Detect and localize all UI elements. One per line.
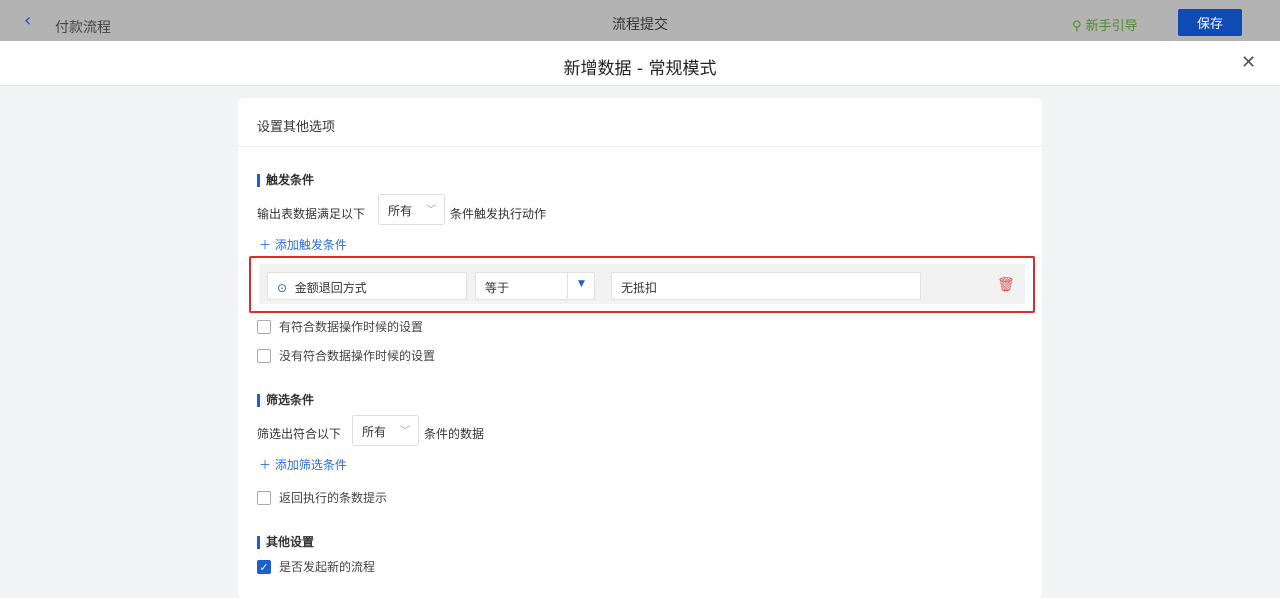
checkbox[interactable] (257, 320, 271, 334)
trigger-suffix: 条件触发执行动作 (450, 205, 546, 222)
option-no-match[interactable]: 没有符合数据操作时候的设置 (257, 347, 435, 364)
options-card: 设置其他选项 触发条件 输出表数据满足以下 所有 ﹀ 条件触发执行动作 ＋ 添加触… (238, 98, 1042, 598)
checkbox[interactable] (257, 349, 271, 363)
trigger-match-select[interactable]: 所有 ﹀ (378, 194, 445, 225)
guide-label: 新手引导 (1086, 19, 1138, 34)
modal-title: 新增数据 - 常规模式 (0, 54, 1280, 79)
option-new-flow[interactable]: ✓ 是否发起新的流程 (257, 558, 375, 575)
add-filter-button[interactable]: ＋ 添加筛选条件 (259, 456, 347, 473)
filter-match-select[interactable]: 所有 ﹀ (352, 415, 419, 446)
operator-label: 等于 (485, 281, 509, 295)
chevron-down-icon: ﹀ (400, 422, 410, 437)
other-heading: 其他设置 (257, 536, 314, 549)
checkbox[interactable] (257, 491, 271, 505)
add-filter-label: 添加筛选条件 (275, 458, 347, 472)
trigger-heading: 触发条件 (257, 174, 314, 187)
add-trigger-label: 添加触发条件 (275, 238, 347, 252)
add-trigger-button[interactable]: ＋ 添加触发条件 (259, 236, 347, 253)
lightbulb-icon: ⚲ (1072, 19, 1082, 34)
close-icon[interactable]: ✕ (1241, 52, 1256, 73)
modal-header: 新增数据 - 常规模式 ✕ (0, 41, 1280, 86)
option-label: 是否发起新的流程 (279, 558, 375, 575)
caret-down-icon: ▼ (567, 273, 595, 299)
value-input[interactable]: 无抵扣 (611, 272, 921, 300)
select-value: 所有 (362, 425, 386, 439)
operator-select[interactable]: 等于 ▼ (475, 272, 595, 300)
option-has-match[interactable]: 有符合数据操作时候的设置 (257, 318, 423, 335)
field-icon: ⊙ (277, 281, 287, 295)
top-bar: ‹ 付款流程 流程提交 ⚲ 新手引导 保存 (0, 0, 1280, 41)
trigger-prefix: 输出表数据满足以下 (257, 205, 365, 222)
card-title: 设置其他选项 (238, 98, 1042, 147)
option-return-count[interactable]: 返回执行的条数提示 (257, 489, 387, 506)
value-label: 无抵扣 (621, 281, 657, 295)
guide-link[interactable]: ⚲ 新手引导 (1072, 15, 1138, 34)
option-label: 返回执行的条数提示 (279, 489, 387, 506)
save-button[interactable]: 保存 (1178, 9, 1242, 36)
field-label: 金额退回方式 (295, 281, 367, 295)
filter-heading: 筛选条件 (257, 394, 314, 407)
chevron-down-icon: ﹀ (426, 201, 436, 216)
filter-prefix: 筛选出符合以下 (257, 425, 341, 442)
condition-row-highlight: ⊙ 金额退回方式 等于 ▼ 无抵扣 🗑 (249, 256, 1035, 313)
option-label: 有符合数据操作时候的设置 (279, 318, 423, 335)
condition-row: ⊙ 金额退回方式 等于 ▼ 无抵扣 🗑 (259, 264, 1025, 304)
filter-suffix: 条件的数据 (424, 425, 484, 442)
checkbox-checked[interactable]: ✓ (257, 560, 271, 574)
select-value: 所有 (388, 204, 412, 218)
option-label: 没有符合数据操作时候的设置 (279, 347, 435, 364)
condition-field[interactable]: ⊙ 金额退回方式 (267, 272, 467, 300)
trash-icon[interactable]: 🗑 (997, 277, 1015, 293)
